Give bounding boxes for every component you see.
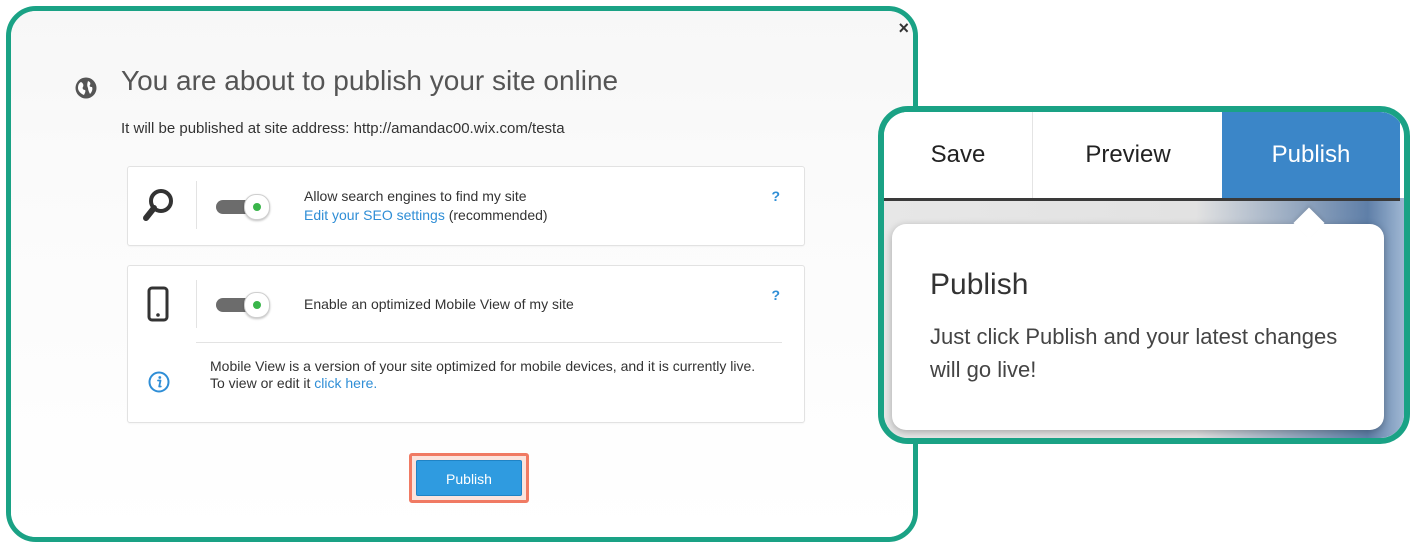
seo-help-icon[interactable]: ? <box>771 188 780 204</box>
search-icon <box>143 189 173 221</box>
seo-recommended-text: (recommended) <box>444 207 548 223</box>
mobile-card-divider <box>196 342 782 343</box>
seo-settings-link[interactable]: Edit your SEO settings <box>304 207 445 223</box>
mobile-help-icon[interactable]: ? <box>771 287 780 303</box>
publish-dialog: × You are about to publish your site onl… <box>6 6 918 542</box>
seo-option-label: Allow search engines to find my site <box>304 188 527 204</box>
tooltip-body: Just click Publish and your latest chang… <box>930 324 1338 382</box>
mobile-info-text: Mobile View is a version of your site op… <box>210 358 756 391</box>
globe-icon <box>75 77 97 99</box>
mobile-view-info: Mobile View is a version of your site op… <box>210 358 770 392</box>
site-address-text: It will be published at site address: ht… <box>121 120 565 137</box>
save-button[interactable]: Save <box>884 112 1033 198</box>
seo-option-card: Allow search engines to find my site Edi… <box>127 166 805 246</box>
preview-button[interactable]: Preview <box>1033 112 1223 198</box>
seo-option-line2: Edit your SEO settings (recommended) <box>304 206 548 225</box>
mobile-option-label: Enable an optimized Mobile View of my si… <box>304 296 574 312</box>
mobile-toggle-knob <box>244 292 270 318</box>
tooltip-title: Publish <box>930 268 1029 301</box>
mobile-click-here-link[interactable]: click here. <box>314 375 377 391</box>
publish-tooltip: Publish Just click Publish and your late… <box>892 207 1384 430</box>
info-icon <box>148 371 170 393</box>
mobile-phone-icon <box>147 286 169 322</box>
editor-top-bar: Save Preview Publish <box>884 112 1400 201</box>
seo-toggle-knob <box>244 194 270 220</box>
topbar-publish-button[interactable]: Publish <box>1222 112 1400 198</box>
publish-button[interactable]: Publish <box>416 460 522 496</box>
dialog-title: You are about to publish your site onlin… <box>121 65 619 96</box>
seo-toggle[interactable] <box>216 193 274 220</box>
mobile-divider <box>196 280 197 328</box>
mobile-view-toggle[interactable] <box>216 291 274 318</box>
mobile-option-card: Enable an optimized Mobile View of my si… <box>127 265 805 423</box>
seo-divider <box>196 181 197 229</box>
seo-option-text: Allow search engines to find my site Edi… <box>304 187 548 225</box>
publish-tooltip-panel: Save Preview Publish Publish Just click … <box>878 106 1410 444</box>
publish-button-highlight: Publish <box>409 453 529 503</box>
close-icon[interactable]: × <box>898 19 909 37</box>
